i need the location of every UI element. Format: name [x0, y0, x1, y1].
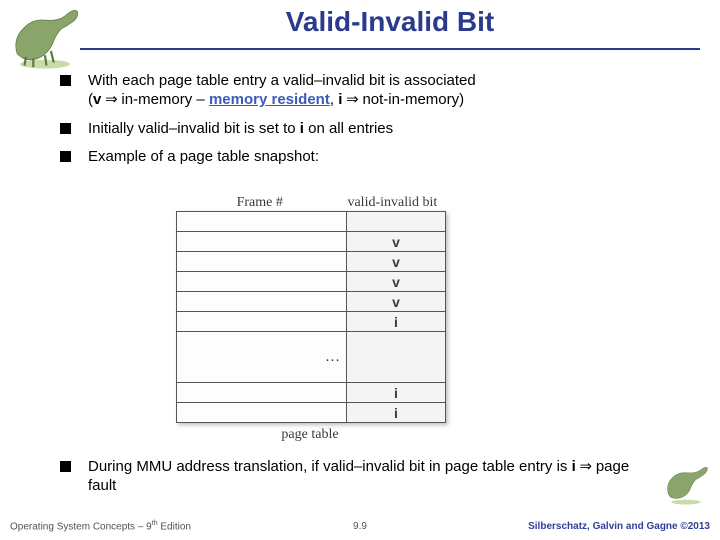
label-valid-invalid-bit: valid-invalid bit — [343, 195, 444, 211]
bullet-4: During MMU address translation, if valid… — [60, 458, 650, 496]
text: , — [330, 91, 338, 108]
table-cell: v — [347, 272, 445, 291]
ellipsis-icon: … — [177, 332, 347, 382]
table-cell — [347, 332, 445, 382]
text: not-in-memory) — [362, 91, 464, 108]
link-memory-resident: memory resident — [209, 91, 330, 108]
table-cell: v — [347, 292, 445, 311]
table-cell: i — [347, 383, 445, 402]
figure-caption: page table — [176, 427, 444, 443]
table-cell: v — [347, 232, 445, 251]
title-underline — [80, 48, 700, 50]
table-cell: v — [347, 252, 445, 271]
implies-icon: ⇒ — [342, 92, 362, 108]
bullet-1: With each page table entry a valid–inval… — [60, 72, 692, 110]
implies-icon: ⇒ — [101, 92, 121, 108]
page-table-figure: Frame # valid-invalid bit v v v v i … i … — [176, 195, 516, 443]
text: During MMU address translation, if valid… — [88, 458, 572, 475]
table-cell: i — [347, 312, 445, 331]
text: Example of a page table snapshot: — [88, 148, 319, 165]
dinosaur-image-bottom — [660, 462, 712, 506]
bullet-list: With each page table entry a valid–inval… — [60, 72, 692, 177]
text: in-memory – — [121, 91, 209, 108]
table-cell: i — [347, 403, 445, 422]
bullet-2: Initially valid–invalid bit is set to i … — [60, 120, 692, 139]
dinosaur-image-top — [6, 4, 84, 70]
bullet-3: Example of a page table snapshot: — [60, 148, 692, 167]
bullet-marker — [60, 461, 71, 472]
bullet-marker — [60, 75, 71, 86]
page-table: v v v v i … i i — [176, 211, 446, 423]
bullet-marker — [60, 151, 71, 162]
implies-icon: ⇒ — [576, 459, 596, 475]
text: Initially valid–invalid bit is set to — [88, 120, 300, 137]
text: on all entries — [304, 120, 393, 137]
table-cell — [347, 212, 445, 231]
text: With each page table entry a valid–inval… — [88, 72, 476, 89]
footer-copyright: Silberschatz, Galvin and Gagne ©2013 — [528, 521, 710, 532]
slide-title: Valid-Invalid Bit — [80, 6, 700, 38]
bullet-marker — [60, 123, 71, 134]
label-frame-number: Frame # — [176, 195, 343, 211]
slide: Valid-Invalid Bit With each page table e… — [0, 0, 720, 540]
